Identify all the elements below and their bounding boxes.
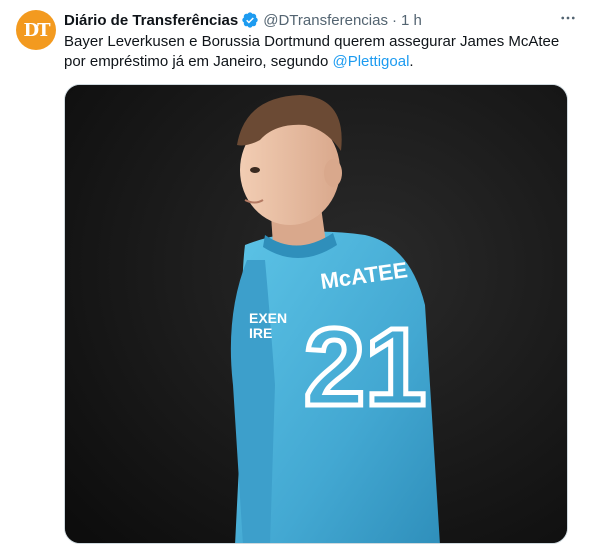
tweet-text-end: . [409, 53, 414, 70]
tweet-media-image[interactable]: McATEE 21 EXEN IRE [64, 84, 568, 544]
avatar[interactable]: DT [16, 10, 56, 50]
jersey-number: 21 [304, 306, 426, 429]
sponsor-text-2: IRE [249, 325, 272, 341]
author-handle[interactable]: @DTransferencias [263, 12, 388, 29]
mention-link[interactable]: @Plettigoal [332, 53, 409, 70]
verified-badge-icon [242, 12, 258, 28]
tweet[interactable]: DT Diário de Transferências @DTransferen… [0, 0, 589, 544]
dt-logo-icon: DT [23, 19, 50, 41]
sponsor-text-1: EXEN [249, 310, 287, 326]
tweet-header: Diário de Transferências @DTransferencia… [64, 10, 577, 30]
tweet-text-body: Bayer Leverkusen e Borussia Dortmund que… [64, 33, 560, 70]
author-name[interactable]: Diário de Transferências [64, 12, 238, 29]
more-options-icon[interactable] [557, 8, 579, 28]
player-photo: McATEE 21 EXEN IRE [65, 85, 567, 543]
tweet-timestamp[interactable]: 1 h [401, 12, 422, 29]
separator-dot: · [391, 11, 397, 29]
tweet-text: Bayer Leverkusen e Borussia Dortmund que… [64, 32, 569, 72]
